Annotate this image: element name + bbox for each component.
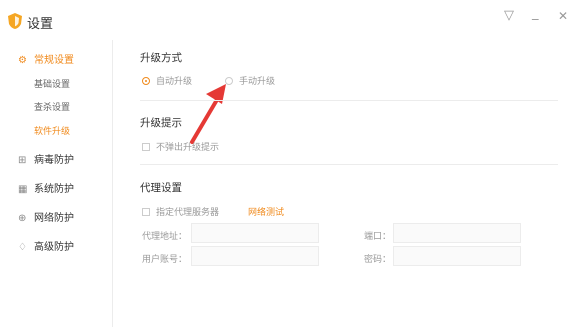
sidebar-divider <box>112 40 113 327</box>
specify-proxy-option[interactable]: 指定代理服务器 <box>142 205 219 218</box>
menu-dropdown-icon[interactable]: ▽ <box>504 8 514 23</box>
password-input[interactable] <box>393 246 521 266</box>
globe-icon: ⊕ <box>18 213 27 224</box>
sidebar-item-label: 网络防护 <box>34 213 74 224</box>
password-label: 密码： <box>364 255 392 265</box>
sidebar-item-virus[interactable]: ⊞ 病毒防护 <box>18 151 74 166</box>
grid-icon: ▦ <box>18 184 28 195</box>
shield-icon: ♢ <box>18 242 27 253</box>
upgrade-prompt-title: 升级提示 <box>140 117 182 129</box>
no-upgrade-prompt-label: 不弹出升级提示 <box>156 143 220 153</box>
window-title: 设置 <box>27 17 54 32</box>
sidebar-item-network[interactable]: ⊕ 网络防护 <box>18 209 74 224</box>
port-label: 端口： <box>364 232 392 242</box>
app-logo-icon <box>8 13 22 29</box>
sidebar-item-advanced[interactable]: ♢ 高级防护 <box>18 238 74 253</box>
minimize-icon[interactable]: _ <box>532 6 539 21</box>
user-account-label: 用户账号： <box>142 255 188 265</box>
proxy-address-label: 代理地址： <box>142 232 188 242</box>
sidebar-item-label: 系统防护 <box>34 184 74 195</box>
port-input[interactable] <box>393 223 521 243</box>
plus-square-icon: ⊞ <box>18 155 27 166</box>
section-divider <box>140 100 558 101</box>
sidebar-sub-item-scan[interactable]: 查杀设置 <box>34 100 70 113</box>
no-upgrade-prompt-checkbox[interactable] <box>142 143 150 151</box>
sidebar-item-general[interactable]: ⚙ 常规设置 <box>18 51 74 66</box>
manual-upgrade-label: 手动升级 <box>239 77 276 87</box>
sidebar-item-label: 病毒防护 <box>34 155 74 166</box>
auto-upgrade-radio[interactable] <box>142 77 150 85</box>
no-upgrade-prompt-option[interactable]: 不弹出升级提示 <box>142 140 219 153</box>
specify-proxy-label: 指定代理服务器 <box>156 208 220 218</box>
upgrade-mode-title: 升级方式 <box>140 52 182 64</box>
close-icon[interactable]: ✕ <box>558 9 568 23</box>
title-bar: 设置 ▽ _ ✕ <box>0 0 580 40</box>
user-account-input[interactable] <box>191 246 319 266</box>
proxy-settings-title: 代理设置 <box>140 182 182 194</box>
sidebar-item-label: 常规设置 <box>34 55 74 66</box>
proxy-address-input[interactable] <box>191 223 319 243</box>
sidebar-item-label: 高级防护 <box>34 242 74 253</box>
specify-proxy-checkbox[interactable] <box>142 208 150 216</box>
sidebar-item-system[interactable]: ▦ 系统防护 <box>18 180 74 195</box>
sidebar-sub-item-upgrade[interactable]: 软件升级 <box>34 124 70 137</box>
section-divider <box>140 164 558 165</box>
gear-icon: ⚙ <box>18 55 27 66</box>
network-test-link[interactable]: 网络测试 <box>248 205 284 218</box>
sidebar-sub-item-basic[interactable]: 基础设置 <box>34 77 70 90</box>
